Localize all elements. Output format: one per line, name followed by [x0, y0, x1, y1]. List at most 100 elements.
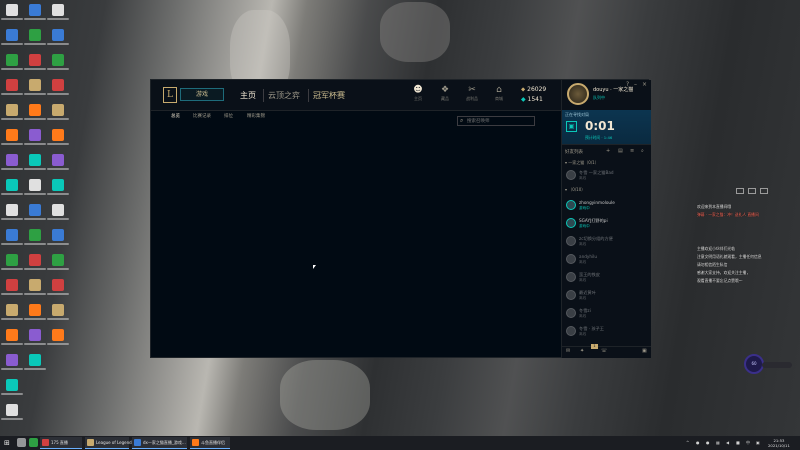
desktop-shortcut-icon[interactable]	[52, 279, 64, 291]
desktop-shortcut-icon[interactable]	[6, 29, 18, 41]
desktop-shortcut-icon[interactable]	[52, 179, 64, 191]
desktop-shortcut-icon[interactable]	[52, 129, 64, 141]
settings-icon[interactable]: ?	[626, 81, 629, 88]
ime-icon[interactable]: 中	[746, 440, 750, 446]
friend-list-item[interactable]: 冬雪zi 离线	[566, 308, 648, 320]
stream-widget-ring[interactable]: 60	[744, 354, 764, 374]
desktop-shortcut-icon[interactable]	[6, 204, 18, 216]
task-view-icon[interactable]	[17, 438, 26, 447]
missions-icon[interactable]: ✦	[580, 348, 584, 354]
desktop-shortcut-icon[interactable]	[29, 104, 41, 116]
desktop-shortcut-icon[interactable]	[52, 29, 64, 41]
desktop-shortcut-icon[interactable]	[29, 354, 41, 366]
friend-list-item[interactable]: 蛮王的铁皮 离线	[566, 272, 648, 284]
minimize-icon[interactable]: –	[634, 81, 637, 88]
search-input[interactable]	[467, 118, 533, 125]
desktop-shortcut-icon[interactable]	[52, 204, 64, 216]
nav-collection[interactable]: ❖ 藏品	[433, 84, 457, 108]
desktop-shortcut-icon[interactable]	[6, 354, 18, 366]
desktop-shortcut-icon[interactable]	[6, 54, 18, 66]
list-view-icon[interactable]: ≡	[630, 148, 634, 154]
desktop-shortcut-icon[interactable]	[52, 229, 64, 241]
desktop-shortcut-icon[interactable]	[52, 254, 64, 266]
desktop-shortcut-icon[interactable]	[6, 104, 18, 116]
tray-app-icon[interactable]: ■	[736, 440, 740, 445]
desktop-shortcut-icon[interactable]	[52, 54, 64, 66]
voice-icon[interactable]: ☏	[601, 348, 607, 354]
desktop-shortcut-icon[interactable]	[6, 379, 18, 391]
tab-ranked[interactable]: 排位	[224, 113, 233, 119]
desktop-shortcut-icon[interactable]	[29, 54, 41, 66]
desktop-shortcut-icon[interactable]	[6, 154, 18, 166]
desktop-shortcut-icon[interactable]	[29, 29, 41, 41]
tray-app-icon[interactable]: ▣	[756, 440, 760, 445]
start-menu-icon[interactable]: ⊞	[4, 439, 10, 447]
desktop-shortcut-icon[interactable]	[52, 104, 64, 116]
desktop-shortcut-icon[interactable]	[6, 229, 18, 241]
taskbar-app[interactable]: League of Legends	[85, 437, 134, 449]
summoner-search[interactable]: ⌕	[457, 116, 535, 126]
desktop-shortcut-icon[interactable]	[52, 154, 64, 166]
rp-balance[interactable]: ⬥ 26029	[521, 86, 546, 94]
desktop-shortcut-icon[interactable]	[29, 79, 41, 91]
taskbar-app[interactable]: dx—家之猫直播_游戏...	[132, 437, 187, 449]
taskbar-app[interactable]: 175 直播	[40, 437, 82, 449]
desktop-shortcut-icon[interactable]	[29, 279, 41, 291]
friend-list-item[interactable]: SGAYJ打野的pi 游戏中	[566, 218, 648, 230]
nav-home[interactable]: 主页	[240, 91, 256, 100]
overlay-button[interactable]	[748, 188, 756, 194]
desktop-shortcut-icon[interactable]	[29, 329, 41, 341]
desktop-shortcut-icon[interactable]	[6, 179, 18, 191]
nav-profile[interactable]: ☻ 主页	[406, 84, 430, 108]
tray-chevron-icon[interactable]: ^	[686, 440, 689, 445]
wechat-icon[interactable]	[29, 438, 38, 447]
taskbar-app[interactable]: 斗鱼直播伴侣	[190, 437, 230, 449]
desktop-shortcut-icon[interactable]	[6, 304, 18, 316]
desktop-shortcut-icon[interactable]	[29, 154, 41, 166]
desktop-shortcut-icon[interactable]	[52, 79, 64, 91]
summoner-avatar[interactable]	[567, 83, 589, 105]
tray-app-icon[interactable]: ●	[696, 440, 700, 445]
be-balance[interactable]: ◆ 1541	[521, 96, 543, 103]
tab-match-history[interactable]: 比赛记录	[193, 113, 211, 119]
desktop-shortcut-icon[interactable]	[29, 179, 41, 191]
close-icon[interactable]: ×	[642, 81, 647, 88]
desktop-shortcut-icon[interactable]	[29, 129, 41, 141]
desktop-shortcut-icon[interactable]	[52, 4, 64, 16]
overlay-button[interactable]	[760, 188, 768, 194]
desktop-shortcut-icon[interactable]	[6, 254, 18, 266]
tray-app-icon[interactable]: ●	[706, 440, 710, 445]
desktop-shortcut-icon[interactable]	[6, 4, 18, 16]
desktop-shortcut-icon[interactable]	[29, 304, 41, 316]
friend-list-item[interactable]: andyhilu 离线	[566, 254, 648, 266]
desktop-shortcut-icon[interactable]	[29, 254, 41, 266]
friend-list-item[interactable]: 最近黄叶 离线	[566, 290, 648, 302]
tab-highlights[interactable]: 精彩集锦	[247, 113, 265, 119]
friend-list-item[interactable]: 冬雪 一家之猫Bad 离线	[566, 170, 648, 182]
nav-loot[interactable]: ✂ 战利品	[460, 84, 484, 108]
desktop-shortcut-icon[interactable]	[6, 404, 18, 416]
play-button[interactable]: 游戏	[180, 88, 224, 101]
network-icon[interactable]: ▦	[716, 440, 720, 445]
nav-tft[interactable]: 云顶之弈	[268, 91, 300, 100]
friend-list-item[interactable]: zc切换分组的方便 离线	[566, 236, 648, 248]
version-icon[interactable]: ▣	[642, 348, 647, 354]
friend-list-item[interactable]: zhongyinmoloule 游戏中	[566, 200, 648, 212]
nav-store[interactable]: ⌂ 商城	[487, 84, 511, 108]
desktop-shortcut-icon[interactable]	[29, 4, 41, 16]
desktop-shortcut-icon[interactable]	[6, 79, 18, 91]
add-friend-icon[interactable]: +	[606, 148, 610, 154]
tab-overview[interactable]: 总览	[171, 113, 180, 119]
desktop-shortcut-icon[interactable]	[6, 129, 18, 141]
nav-clash[interactable]: 冠军杯赛	[313, 91, 345, 100]
overlay-button[interactable]	[736, 188, 744, 194]
desktop-shortcut-icon[interactable]	[52, 304, 64, 316]
desktop-shortcut-icon[interactable]	[6, 279, 18, 291]
friend-group[interactable]: ▾ （0/10）	[565, 187, 585, 193]
friend-group[interactable]: ▾ 一家之猫（0/1）	[565, 160, 599, 166]
desktop-shortcut-icon[interactable]	[52, 329, 64, 341]
desktop-shortcut-icon[interactable]	[6, 329, 18, 341]
system-clock[interactable]: 21:53 2021/10/11	[768, 438, 790, 448]
desktop-shortcut-icon[interactable]	[29, 229, 41, 241]
add-folder-icon[interactable]: ▤	[618, 148, 623, 154]
